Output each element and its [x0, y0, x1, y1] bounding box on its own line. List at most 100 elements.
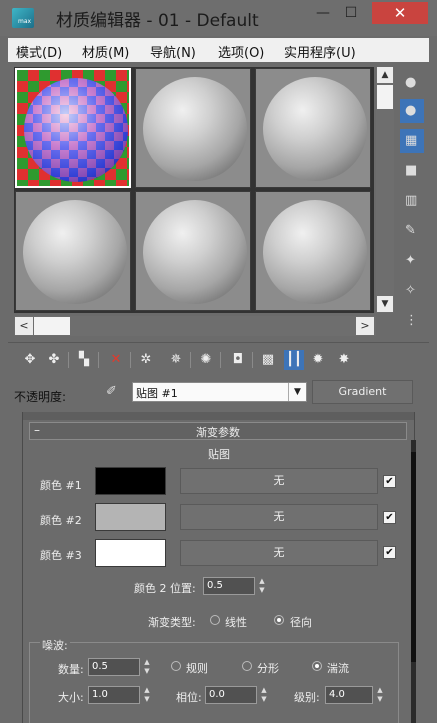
- rollout-header[interactable]: – 渐变参数: [29, 422, 407, 440]
- title-bar: 材质编辑器 - 01 - Default — ☐ ✕: [0, 0, 437, 36]
- menu-navigation[interactable]: 导航(N): [150, 42, 196, 61]
- make-preview-icon[interactable]: ✎: [400, 219, 424, 243]
- scroll-left-arrow-icon[interactable]: <: [15, 317, 33, 335]
- menu-mode[interactable]: 模式(D): [16, 42, 62, 61]
- noise-regular-radio[interactable]: [171, 661, 181, 671]
- material-preview-sphere: [143, 77, 247, 181]
- spinner-arrows-icon[interactable]: ▲ ▼: [258, 686, 270, 704]
- divider: [98, 352, 99, 368]
- slots-horizontal-scrollbar[interactable]: < >: [14, 316, 376, 336]
- make-material-copy-icon[interactable]: ✲: [136, 350, 156, 370]
- divider: [130, 352, 131, 368]
- window-title: 材质编辑器 - 01 - Default: [56, 11, 259, 31]
- rollout-title: 渐变参数: [196, 426, 240, 439]
- backlight-icon[interactable]: ●: [400, 99, 424, 123]
- close-button[interactable]: ✕: [372, 2, 428, 24]
- noise-size-spinner[interactable]: 1.0 ▲ ▼: [88, 686, 150, 704]
- color-3-map-checkbox[interactable]: ✔: [383, 546, 396, 559]
- opacity-label: 不透明度:: [14, 390, 67, 404]
- color-2-map-button[interactable]: 无: [180, 504, 378, 530]
- color-2-map-checkbox[interactable]: ✔: [383, 511, 396, 524]
- noise-fractal-radio[interactable]: [242, 661, 252, 671]
- color-3-map-button[interactable]: 无: [180, 540, 378, 566]
- gradient-type-linear-radio[interactable]: [210, 615, 220, 625]
- scroll-down-arrow-icon[interactable]: ▼: [377, 296, 393, 312]
- map-name-value: 贴图 #1: [136, 387, 178, 400]
- menu-utilities[interactable]: 实用程序(U): [284, 42, 356, 61]
- app-icon: [12, 8, 34, 28]
- show-map-in-viewport-icon[interactable]: ▩: [258, 350, 278, 370]
- put-to-library-icon[interactable]: ✺: [196, 350, 216, 370]
- select-by-material-icon[interactable]: ✧: [400, 279, 424, 303]
- panel-scroll-thumb[interactable]: [411, 452, 416, 662]
- make-unique-icon[interactable]: ✵: [166, 350, 186, 370]
- sample-slot-1[interactable]: [15, 68, 131, 188]
- material-id-channel-icon[interactable]: ◘: [228, 350, 248, 370]
- sample-slot-2[interactable]: [135, 68, 251, 188]
- color-2-position-label: 颜色 2 位置:: [134, 582, 196, 595]
- sample-slot-5[interactable]: [135, 191, 251, 311]
- color-1-map-button[interactable]: 无: [180, 468, 378, 494]
- noise-phase-spinner[interactable]: 0.0 ▲ ▼: [205, 686, 267, 704]
- noise-fractal-label: 分形: [257, 662, 279, 675]
- eyedropper-icon[interactable]: ✐: [106, 384, 124, 402]
- sample-uv-tiling-icon[interactable]: ■: [400, 159, 424, 183]
- assign-material-icon[interactable]: ▚: [74, 350, 94, 370]
- background-checker-icon[interactable]: ▦: [400, 129, 424, 153]
- go-to-parent-icon[interactable]: ✹: [308, 350, 328, 370]
- panel-top-strip: [23, 412, 414, 420]
- color-2-swatch[interactable]: [95, 503, 166, 531]
- color-3-label: 颜色 #3: [40, 549, 82, 562]
- spinner-arrows-icon[interactable]: ▲ ▼: [141, 686, 153, 704]
- maps-header: 贴图: [208, 448, 230, 461]
- noise-size-label: 大小:: [58, 691, 84, 704]
- noise-amount-value: 0.5: [92, 661, 108, 672]
- slots-vertical-scrollbar[interactable]: ▲ ▼: [376, 67, 394, 313]
- reset-map-icon[interactable]: ✕: [106, 350, 126, 370]
- put-material-icon[interactable]: ✤: [44, 350, 64, 370]
- color-1-map-checkbox[interactable]: ✔: [383, 475, 396, 488]
- menu-options[interactable]: 选项(O): [218, 42, 264, 61]
- minimize-button[interactable]: —: [310, 2, 336, 24]
- material-preview-sphere: [143, 200, 247, 304]
- noise-amount-label: 数量:: [58, 663, 84, 676]
- material-preview-sphere: [263, 200, 367, 304]
- sample-slot-3[interactable]: [255, 68, 371, 188]
- menu-material[interactable]: 材质(M): [82, 42, 129, 61]
- go-forward-to-sibling-icon[interactable]: ✸: [334, 350, 354, 370]
- noise-levels-value: 4.0: [329, 689, 345, 700]
- gradient-type-radial-radio[interactable]: [274, 615, 284, 625]
- separator: [8, 342, 429, 343]
- material-preview-sphere: [23, 200, 127, 304]
- scroll-thumb[interactable]: [34, 317, 70, 335]
- video-color-check-icon[interactable]: ▥: [400, 189, 424, 213]
- color-1-swatch[interactable]: [95, 467, 166, 495]
- color-2-position-spinner[interactable]: 0.5 ▲ ▼: [203, 577, 265, 595]
- spinner-arrows-icon[interactable]: ▲ ▼: [256, 577, 268, 595]
- color-3-swatch[interactable]: [95, 539, 166, 567]
- maximize-button[interactable]: ☐: [338, 2, 364, 24]
- noise-phase-value: 0.0: [209, 689, 225, 700]
- spinner-arrows-icon[interactable]: ▲ ▼: [374, 686, 386, 704]
- noise-levels-spinner[interactable]: 4.0 ▲ ▼: [325, 686, 383, 704]
- scroll-thumb[interactable]: [377, 85, 393, 109]
- scroll-right-arrow-icon[interactable]: >: [356, 317, 374, 335]
- noise-turbulence-radio[interactable]: [312, 661, 322, 671]
- spinner-arrows-icon[interactable]: ▲ ▼: [141, 658, 153, 676]
- sample-slot-6[interactable]: [255, 191, 371, 311]
- options-icon[interactable]: ✦: [400, 249, 424, 273]
- sample-slot-4[interactable]: [15, 191, 131, 311]
- scroll-up-arrow-icon[interactable]: ▲: [377, 67, 393, 83]
- noise-amount-spinner[interactable]: 0.5 ▲ ▼: [88, 658, 150, 676]
- sample-type-icon[interactable]: ●: [400, 71, 424, 95]
- color-2-position-value: 0.5: [207, 580, 223, 591]
- get-material-icon[interactable]: ✥: [20, 350, 40, 370]
- gradient-type-linear-label: 线性: [225, 616, 247, 629]
- map-type-button[interactable]: Gradient: [312, 380, 413, 404]
- divider: [252, 352, 253, 368]
- chevron-down-icon[interactable]: ▼: [288, 383, 306, 401]
- material-toolbar: ✥ ✤ ▚ ✕ ✲ ✵ ✺ ◘ ▩ ┃┃ ✹ ✸: [14, 348, 414, 372]
- show-end-result-icon[interactable]: ┃┃: [284, 350, 304, 370]
- map-name-dropdown[interactable]: 贴图 #1 ▼: [132, 382, 307, 402]
- material-map-navigator-icon[interactable]: ⋮: [400, 309, 424, 333]
